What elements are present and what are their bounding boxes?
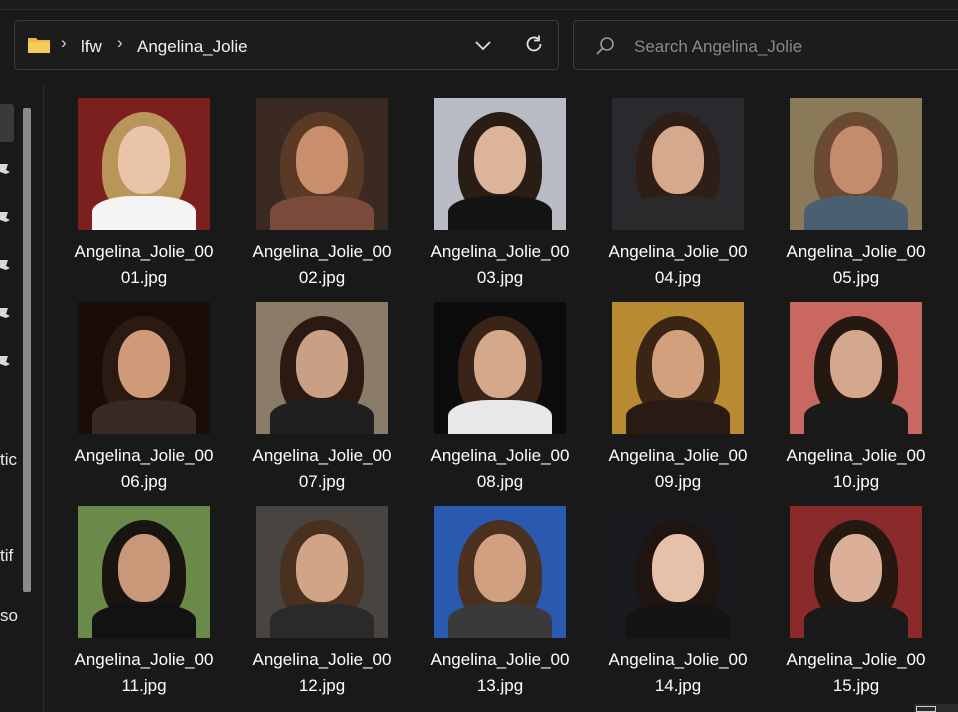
image-thumbnail[interactable] [612, 302, 744, 434]
thumbnail-face [652, 126, 704, 194]
thumbnail-body [92, 400, 196, 434]
thumbnail-body [626, 400, 730, 434]
nav-item-label[interactable]: tif [0, 546, 13, 566]
thumbnail-face [296, 126, 348, 194]
folder-icon [27, 35, 51, 60]
file-item[interactable]: Angelina_Jolie_00 07.jpg [253, 302, 406, 502]
file-item[interactable]: Angelina_Jolie_00 12.jpg [253, 506, 406, 706]
thumbnail-face [296, 330, 348, 398]
nav-scrollbar[interactable] [23, 108, 31, 592]
file-name: Angelina_Jolie_00 11.jpg [74, 650, 214, 695]
file-name: Angelina_Jolie_00 05.jpg [786, 242, 926, 287]
pin-icon [0, 162, 12, 183]
file-item[interactable]: Angelina_Jolie_00 08.jpg [431, 302, 584, 502]
image-thumbnail[interactable] [790, 302, 922, 434]
file-name: Angelina_Jolie_00 02.jpg [252, 242, 392, 287]
image-thumbnail[interactable] [78, 506, 210, 638]
thumbnail-body [448, 604, 552, 638]
image-thumbnail[interactable] [78, 98, 210, 230]
thumbnail-body [92, 604, 196, 638]
image-thumbnail[interactable] [256, 302, 388, 434]
breadcrumb-item-current[interactable]: Angelina_Jolie [137, 37, 248, 57]
file-name: Angelina_Jolie_00 04.jpg [608, 242, 748, 287]
thumbnail-body [270, 400, 374, 434]
navigation-pane: tic tif so [0, 84, 44, 712]
file-item[interactable]: Angelina_Jolie_00 14.jpg [609, 506, 762, 706]
thumbnail-body [804, 400, 908, 434]
file-item[interactable]: Angelina_Jolie_00 10.jpg [787, 302, 940, 502]
image-thumbnail[interactable] [256, 98, 388, 230]
image-thumbnail[interactable] [790, 506, 922, 638]
pin-icon [0, 210, 12, 231]
nav-selected-item[interactable] [0, 104, 14, 142]
file-item[interactable]: Angelina_Jolie_00 06.jpg [75, 302, 228, 502]
file-name: Angelina_Jolie_00 12.jpg [252, 650, 392, 695]
nav-item-label[interactable]: tic [0, 450, 17, 470]
file-item[interactable]: Angelina_Jolie_00 15.jpg [787, 506, 940, 706]
search-icon [594, 35, 616, 62]
nav-item-label[interactable]: so [0, 606, 18, 626]
file-name: Angelina_Jolie_00 13.jpg [430, 650, 570, 695]
file-item[interactable]: Angelina_Jolie_00 02.jpg [253, 98, 406, 298]
thumbnail-body [626, 196, 730, 230]
thumbnail-body [448, 400, 552, 434]
window-top-edge [0, 0, 958, 10]
file-item[interactable]: Angelina_Jolie_00 05.jpg [787, 98, 940, 298]
thumbnail-face [118, 330, 170, 398]
search-input[interactable]: Search Angelina_Jolie [634, 37, 802, 57]
file-name: Angelina_Jolie_00 06.jpg [74, 446, 214, 491]
thumbnail-face [652, 330, 704, 398]
breadcrumb-item-lfw[interactable]: lfw [81, 37, 102, 57]
thumbnail-face [652, 534, 704, 602]
breadcrumb-chevron-icon: › [117, 33, 123, 52]
thumbnail-body [626, 604, 730, 638]
file-item[interactable]: Angelina_Jolie_00 13.jpg [431, 506, 584, 706]
pin-icon [0, 258, 12, 279]
file-name: Angelina_Jolie_00 01.jpg [74, 242, 214, 287]
image-thumbnail[interactable] [434, 506, 566, 638]
image-thumbnail[interactable] [790, 98, 922, 230]
thumbnail-face [830, 126, 882, 194]
thumbnail-face [296, 534, 348, 602]
image-thumbnail[interactable] [612, 506, 744, 638]
view-toggle-icon[interactable] [916, 706, 936, 712]
thumbnail-body [804, 604, 908, 638]
file-name: Angelina_Jolie_00 09.jpg [608, 446, 748, 491]
pin-icon [0, 306, 12, 327]
thumbnail-body [448, 196, 552, 230]
file-name: Angelina_Jolie_00 10.jpg [786, 446, 926, 491]
thumbnail-face [830, 534, 882, 602]
breadcrumb-chevron-icon: › [61, 33, 67, 52]
file-item[interactable]: Angelina_Jolie_00 09.jpg [609, 302, 762, 502]
chevron-down-icon[interactable] [473, 35, 493, 60]
file-item[interactable]: Angelina_Jolie_00 01.jpg [75, 98, 228, 298]
image-thumbnail[interactable] [434, 98, 566, 230]
thumbnail-face [118, 126, 170, 194]
refresh-icon[interactable] [523, 33, 545, 60]
image-thumbnail[interactable] [434, 302, 566, 434]
pin-icon [0, 354, 12, 375]
thumbnail-body [804, 196, 908, 230]
thumbnail-face [474, 330, 526, 398]
thumbnail-face [118, 534, 170, 602]
file-item[interactable]: Angelina_Jolie_00 04.jpg [609, 98, 762, 298]
thumbnail-body [270, 196, 374, 230]
address-bar[interactable]: › lfw › Angelina_Jolie [14, 20, 559, 70]
thumbnail-face [474, 534, 526, 602]
file-item[interactable]: Angelina_Jolie_00 11.jpg [75, 506, 228, 706]
file-item[interactable]: Angelina_Jolie_00 03.jpg [431, 98, 584, 298]
file-name: Angelina_Jolie_00 08.jpg [430, 446, 570, 491]
file-name: Angelina_Jolie_00 15.jpg [786, 650, 926, 695]
thumbnail-body [270, 604, 374, 638]
image-thumbnail[interactable] [78, 302, 210, 434]
file-name: Angelina_Jolie_00 07.jpg [252, 446, 392, 491]
image-thumbnail[interactable] [256, 506, 388, 638]
thumbnail-face [474, 126, 526, 194]
file-name: Angelina_Jolie_00 03.jpg [430, 242, 570, 287]
thumbnail-body [92, 196, 196, 230]
thumbnail-face [830, 330, 882, 398]
search-box[interactable]: Search Angelina_Jolie [573, 20, 958, 70]
image-thumbnail[interactable] [612, 98, 744, 230]
file-name: Angelina_Jolie_00 14.jpg [608, 650, 748, 695]
